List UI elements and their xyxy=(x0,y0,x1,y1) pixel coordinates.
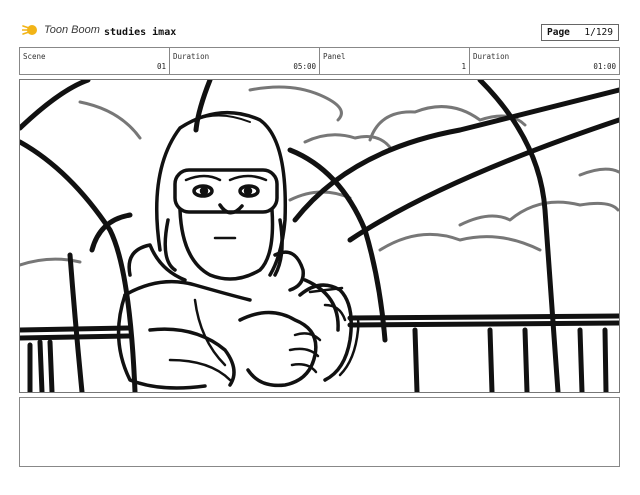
pilot-cockpit-drawing xyxy=(20,80,619,392)
scene-duration-label: Duration xyxy=(173,52,210,61)
project-title: studies imax xyxy=(104,27,177,38)
panel-duration-value: 01:00 xyxy=(593,62,616,71)
sun-logo-icon xyxy=(22,25,37,35)
pilot xyxy=(116,110,360,390)
scene-label: Scene xyxy=(23,52,46,61)
scene-duration-value: 05:00 xyxy=(293,62,316,71)
panel-cell: Panel 1 xyxy=(320,48,470,74)
page-label: Page xyxy=(547,27,570,38)
page-indicator: Page 1/129 xyxy=(541,24,619,41)
scene-duration-cell: Duration 05:00 xyxy=(170,48,320,74)
panel-duration-cell: Duration 01:00 xyxy=(470,48,619,74)
storyboard-panel[interactable] xyxy=(19,79,620,393)
panel-duration-label: Duration xyxy=(473,52,510,61)
logo-text: Toon Boom xyxy=(44,24,100,36)
scene-value: 01 xyxy=(156,62,166,71)
panel-value: 1 xyxy=(461,62,466,71)
notes-area[interactable] xyxy=(19,397,620,467)
toon-boom-logo: Toon Boom xyxy=(22,22,100,38)
info-row: Scene 01 Duration 05:00 Panel 1 Duration… xyxy=(19,47,620,75)
page-value: 1/129 xyxy=(584,27,613,38)
panel-label: Panel xyxy=(323,52,346,61)
canopy-frame xyxy=(20,80,619,392)
scene-cell: Scene 01 xyxy=(20,48,170,74)
